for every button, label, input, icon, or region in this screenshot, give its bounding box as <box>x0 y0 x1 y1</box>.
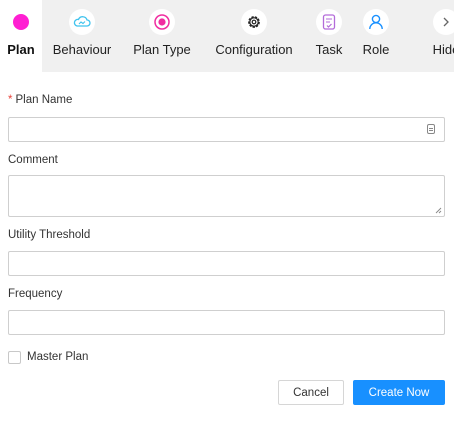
tab-label: Role <box>362 42 390 57</box>
required-mark: * <box>8 94 13 106</box>
frequency-label: Frequency <box>8 288 63 300</box>
tab-configuration[interactable]: Configuration <box>208 0 300 72</box>
tab-label: Plan Type <box>133 42 191 57</box>
plan-dot-icon <box>8 9 34 35</box>
tab-label: Plan <box>7 42 35 57</box>
tab-label: Behaviour <box>52 42 112 57</box>
plan-name-label: * Plan Name <box>8 94 73 106</box>
tab-task[interactable]: Task <box>310 0 348 72</box>
cancel-button[interactable]: Cancel <box>278 380 344 405</box>
autofill-icon[interactable] <box>427 124 435 134</box>
master-plan-label: Master Plan <box>27 351 89 363</box>
gear-icon <box>241 9 267 35</box>
target-circle-icon <box>149 9 175 35</box>
frequency-input[interactable] <box>8 310 445 335</box>
master-plan-checkbox[interactable] <box>8 351 21 364</box>
chevron-right-icon <box>433 9 454 35</box>
tab-label: Hide <box>432 42 454 57</box>
tab-hide[interactable]: Hide <box>426 0 454 72</box>
tab-label: Configuration <box>215 42 293 57</box>
utility-threshold-input[interactable] <box>8 251 445 276</box>
user-icon <box>363 9 389 35</box>
tab-role[interactable]: Role <box>358 0 394 72</box>
comment-textarea[interactable] <box>8 175 445 217</box>
comment-label: Comment <box>8 154 58 166</box>
task-checklist-icon <box>316 9 342 35</box>
plan-name-input[interactable] <box>8 117 445 142</box>
tab-bar: Plan Behaviour Plan Type Configuration T… <box>0 0 454 72</box>
cloud-icon <box>69 9 95 35</box>
tab-plan-type[interactable]: Plan Type <box>130 0 194 72</box>
tab-plan[interactable]: Plan <box>0 0 42 72</box>
create-now-button[interactable]: Create Now <box>353 380 445 405</box>
tab-label: Task <box>315 42 343 57</box>
utility-threshold-label: Utility Threshold <box>8 229 91 241</box>
tab-behaviour[interactable]: Behaviour <box>48 0 116 72</box>
resize-grip-icon[interactable] <box>435 207 442 214</box>
